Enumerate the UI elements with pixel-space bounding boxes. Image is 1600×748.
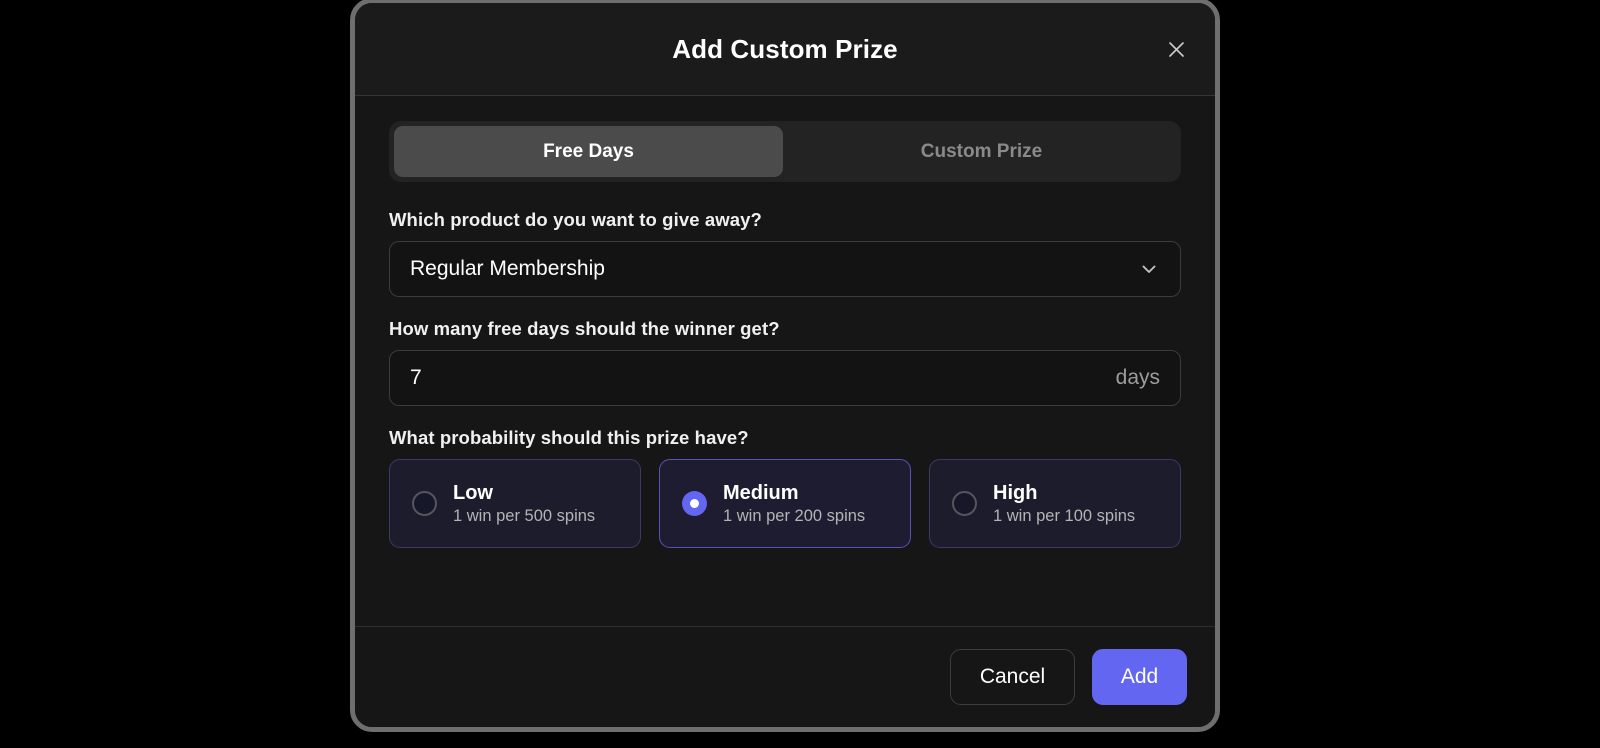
tab-custom-prize[interactable]: Custom Prize (787, 126, 1176, 177)
add-button[interactable]: Add (1092, 649, 1187, 705)
dialog-body: Free Days Custom Prize Which product do … (355, 96, 1215, 626)
cancel-button[interactable]: Cancel (950, 649, 1075, 705)
chevron-down-icon (1138, 258, 1160, 280)
prize-type-tabs: Free Days Custom Prize (389, 121, 1181, 182)
option-subtitle-high: 1 win per 100 spins (993, 506, 1136, 525)
page-title: Add Custom Prize (672, 33, 898, 64)
probability-option-low[interactable]: Low 1 win per 500 spins (389, 459, 641, 548)
product-select[interactable]: Regular Membership (389, 241, 1181, 297)
probability-label: What probability should this prize have? (389, 427, 749, 448)
modal-backdrop: Add Custom Prize Free Days Custom Prize … (0, 0, 1600, 748)
option-title-medium: Medium (723, 481, 799, 504)
dialog-footer: Cancel Add (355, 626, 1215, 727)
probability-options: Low 1 win per 500 spins Medium 1 win per… (389, 459, 1181, 548)
option-title-high: High (993, 481, 1038, 504)
probability-option-medium[interactable]: Medium 1 win per 200 spins (659, 459, 911, 548)
product-field: Which product do you want to give away? … (389, 209, 1181, 297)
radio-icon-low[interactable] (412, 491, 437, 516)
product-select-value: Regular Membership (410, 257, 605, 280)
free-days-input[interactable]: 7 days (389, 350, 1181, 406)
tab-free-days[interactable]: Free Days (394, 126, 783, 177)
close-icon[interactable] (1159, 32, 1193, 66)
dialog-header: Add Custom Prize (355, 3, 1215, 96)
free-days-field: How many free days should the winner get… (389, 318, 1181, 406)
add-custom-prize-dialog: Add Custom Prize Free Days Custom Prize … (350, 0, 1220, 732)
radio-icon-medium[interactable] (682, 491, 707, 516)
free-days-value: 7 (410, 366, 422, 389)
product-label: Which product do you want to give away? (389, 209, 762, 230)
probability-option-high[interactable]: High 1 win per 100 spins (929, 459, 1181, 548)
option-subtitle-low: 1 win per 500 spins (453, 506, 596, 525)
free-days-unit: days (1115, 366, 1160, 389)
option-subtitle-medium: 1 win per 200 spins (723, 506, 866, 525)
free-days-label: How many free days should the winner get… (389, 318, 780, 339)
probability-field: What probability should this prize have?… (389, 427, 1181, 548)
option-title-low: Low (453, 481, 493, 504)
radio-icon-high[interactable] (952, 491, 977, 516)
